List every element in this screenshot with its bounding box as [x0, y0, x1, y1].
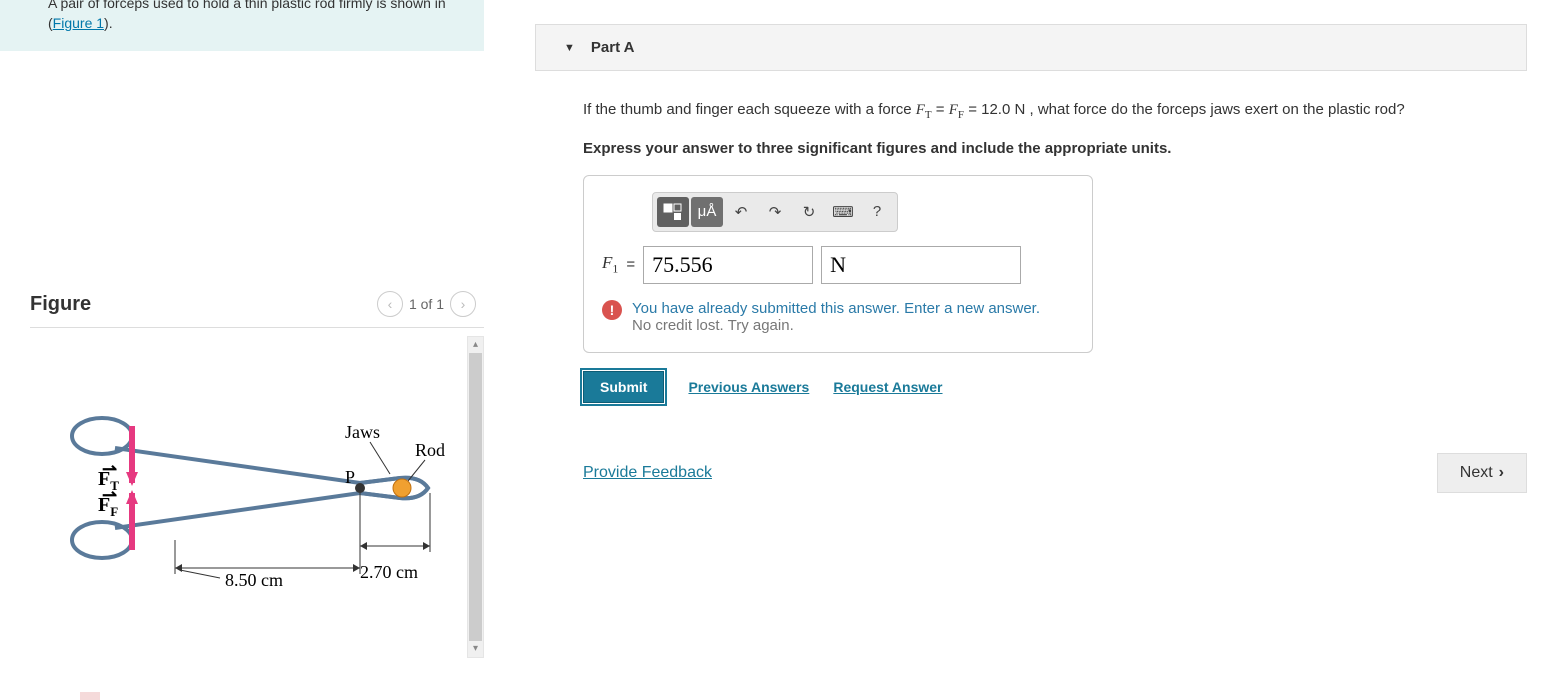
answer-toolbar: μÅ ↶ ↷ ↻ ⌨ ?	[652, 192, 898, 232]
q-eq2: = 12.0 N	[968, 101, 1029, 118]
q-ff-sub: F	[958, 109, 964, 121]
figure-title: Figure	[30, 293, 91, 316]
figure-body: P ⇀ FT ⇀ FF	[30, 328, 484, 658]
alert-icon: !	[602, 300, 622, 320]
answer-box: μÅ ↶ ↷ ↻ ⌨ ? F1 = ! You have already sub…	[583, 175, 1093, 353]
next-label: Next	[1460, 464, 1493, 482]
q-after: , what force do the forceps jaws exert o…	[1029, 101, 1404, 118]
scroll-down-icon[interactable]: ▾	[468, 641, 483, 657]
collapse-icon: ▼	[564, 42, 575, 54]
reset-button[interactable]: ↻	[793, 197, 825, 227]
q-eq1: =	[936, 101, 949, 118]
figure-link[interactable]: Figure 1	[53, 15, 104, 31]
q-before: If the thumb and finger each squeeze wit…	[583, 101, 916, 118]
figure-scrollbar[interactable]: ▴ ▾	[467, 336, 484, 658]
next-button[interactable]: Next ›	[1437, 453, 1527, 493]
scroll-up-icon[interactable]: ▴	[468, 337, 483, 353]
feedback-line2: No credit lost. Try again.	[632, 317, 1040, 334]
previous-answers-link[interactable]: Previous Answers	[688, 379, 809, 395]
part-header[interactable]: ▼ Part A	[535, 24, 1527, 71]
redo-button[interactable]: ↷	[759, 197, 791, 227]
ff-label: F	[98, 494, 110, 516]
feedback-message: ! You have already submitted this answer…	[602, 300, 1074, 334]
answer-instruction: Express your answer to three significant…	[583, 140, 1527, 157]
question-text: If the thumb and finger each squeeze wit…	[583, 99, 1527, 124]
feedback-line1: You have already submitted this answer. …	[632, 300, 1040, 317]
request-answer-link[interactable]: Request Answer	[833, 379, 942, 395]
dim1-label: 8.50 cm	[225, 570, 283, 590]
answer-unit-input[interactable]	[821, 246, 1021, 284]
answer-variable: F1	[602, 253, 618, 276]
figure-next-button[interactable]: ›	[450, 291, 476, 317]
templates-button[interactable]	[657, 197, 689, 227]
intro-text-after: ).	[104, 15, 113, 31]
dim2-label: 2.70 cm	[360, 562, 418, 582]
figure-prev-button[interactable]: ‹	[377, 291, 403, 317]
submit-button[interactable]: Submit	[583, 371, 664, 403]
q-ft-sub: T	[925, 109, 932, 121]
keyboard-button[interactable]: ⌨	[827, 197, 859, 227]
chevron-right-icon: ›	[1499, 464, 1504, 482]
figure-header: Figure ‹ 1 of 1 ›	[30, 291, 484, 328]
figure-page-count: 1 of 1	[409, 296, 444, 312]
part-label: Part A	[591, 39, 635, 56]
forceps-diagram: P ⇀ FT ⇀ FF	[30, 378, 450, 598]
problem-intro: A pair of forceps used to hold a thin pl…	[0, 0, 484, 51]
q-ff: F	[949, 102, 958, 118]
answer-value-input[interactable]	[643, 246, 813, 284]
pivot-label: P	[345, 467, 355, 487]
undo-button[interactable]: ↶	[725, 197, 757, 227]
figure-pager: ‹ 1 of 1 ›	[377, 291, 484, 317]
rod-label: Rod	[415, 440, 445, 460]
jaws-label: Jaws	[345, 422, 380, 442]
ff-sub: F	[110, 504, 118, 519]
help-button[interactable]: ?	[861, 197, 893, 227]
units-button[interactable]: μÅ	[691, 197, 723, 227]
provide-feedback-link[interactable]: Provide Feedback	[583, 464, 712, 482]
ans-var: F	[602, 253, 612, 272]
equals-sign: =	[626, 256, 635, 273]
scroll-thumb[interactable]	[469, 353, 482, 641]
q-ft: F	[916, 102, 925, 118]
ans-sub: 1	[612, 261, 618, 275]
